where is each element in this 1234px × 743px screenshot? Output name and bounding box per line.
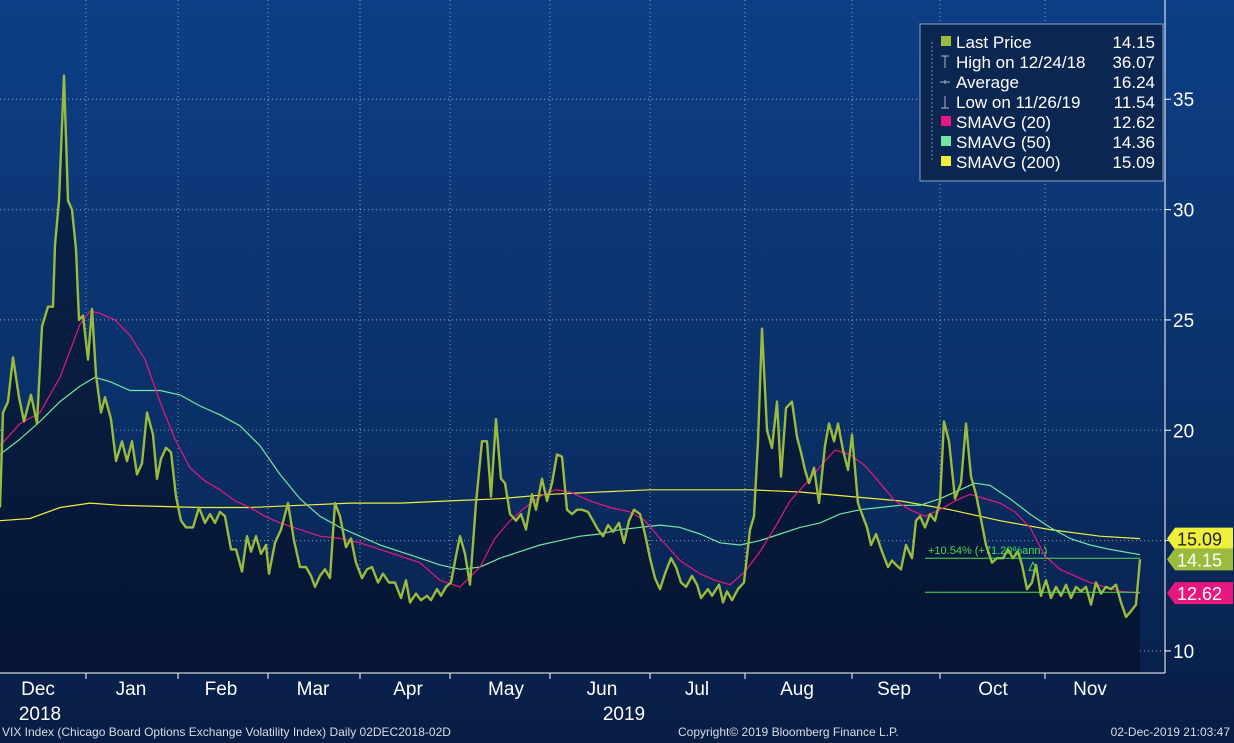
year-label: 2019 [603, 704, 645, 725]
legend-value-average: 16.24 [1112, 73, 1155, 92]
legend-label-last-price: Last Price [956, 33, 1032, 52]
x-tick-label: Nov [1073, 679, 1107, 700]
legend-value-low-on-11-26-19: 11.54 [1114, 93, 1155, 112]
legend-value-last-price: 14.15 [1112, 33, 1155, 52]
x-tick-label: Jul [685, 679, 709, 700]
footer-timestamp: 02-Dec-2019 21:03:47 [1110, 725, 1230, 739]
vix-chart: +10.54% (+71.20%ann.) 101520253035 15.09… [0, 0, 1234, 743]
legend-value-smavg-200: 15.09 [1112, 153, 1155, 172]
x-tick-label: Feb [205, 679, 238, 700]
legend-value-high-on-12-24-18: 36.07 [1112, 53, 1155, 72]
legend-label-high-on-12-24-18: High on 12/24/18 [956, 53, 1086, 72]
legend-value-smavg-50: 14.36 [1112, 133, 1155, 152]
x-tick-label: May [488, 679, 524, 700]
x-tick-label: Jun [587, 679, 618, 700]
legend: Last Price 14.15 High on 12/24/18 36.07 Aver… [919, 23, 1164, 182]
y-tick-label: 10 [1173, 642, 1194, 663]
footer-security-description: VIX Index (Chicago Board Options Exchang… [2, 725, 451, 739]
legend-label-smavg-200: SMAVG (200) [956, 153, 1061, 172]
legend-label-smavg-20: SMAVG (20) [956, 113, 1051, 132]
y-tick-label: 20 [1173, 421, 1194, 442]
value-tag-label: 14.15 [1177, 550, 1222, 570]
x-tick-label: Mar [297, 679, 330, 700]
value-tag-label: 12.62 [1177, 584, 1222, 604]
legend-value-smavg-20: 12.62 [1112, 113, 1155, 132]
year-label: 2018 [19, 704, 61, 725]
y-tick-label: 30 [1173, 201, 1194, 222]
legend-swatch-smavg-200 [941, 156, 951, 166]
x-tick-label: Apr [393, 679, 423, 700]
value-tag-label: 15.09 [1177, 530, 1222, 550]
x-tick-label: Sep [877, 679, 911, 700]
y-tick-label: 25 [1173, 311, 1194, 332]
legend-label-low-on-11-26-19: Low on 11/26/19 [956, 93, 1080, 112]
last-value-tags: 15.0914.15 12.62 [1167, 527, 1233, 605]
x-tick-label: Aug [780, 679, 814, 700]
x-tick-label: Dec [21, 679, 55, 700]
legend-label-smavg-50: SMAVG (50) [956, 133, 1051, 152]
legend-swatch-last-price [941, 36, 951, 46]
annotation-label: +10.54% (+71.20%ann.) [928, 545, 1047, 557]
footer-copyright: Copyright© 2019 Bloomberg Finance L.P. [678, 725, 899, 739]
legend-swatch-smavg-50 [941, 136, 951, 146]
legend-swatch-smavg-20 [941, 116, 951, 126]
legend-label-average: Average [956, 73, 1019, 92]
x-tick-label: Jan [116, 679, 147, 700]
y-tick-label: 35 [1173, 90, 1194, 111]
x-tick-label: Oct [978, 679, 1008, 700]
